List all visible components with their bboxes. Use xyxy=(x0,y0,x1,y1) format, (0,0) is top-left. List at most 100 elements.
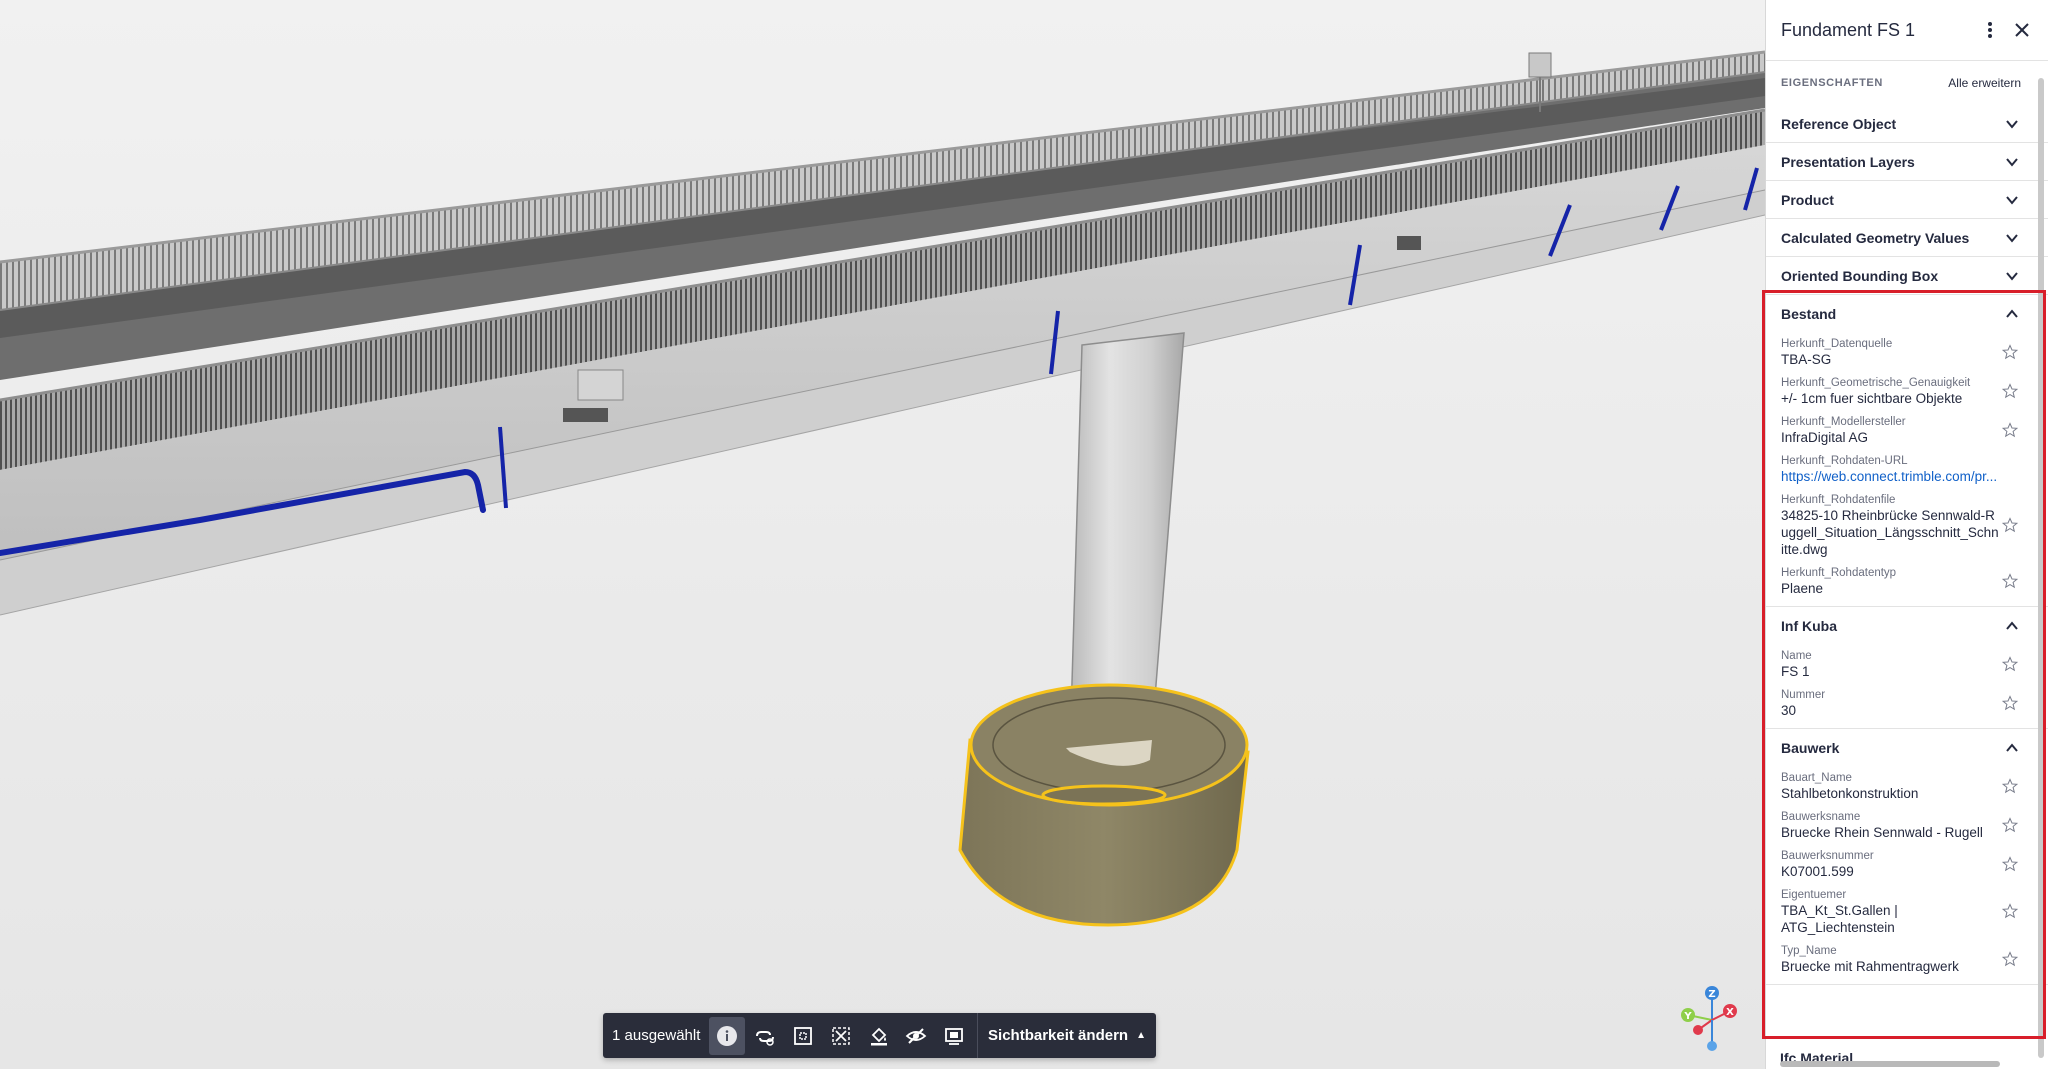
properties-panel: Fundament FS 1 EIGENSCHAFTEN Alle erweit… xyxy=(1765,0,2048,1069)
property-key: Herkunft_Rohdatenfile xyxy=(1781,494,1896,506)
property-row: Herkunft_Rohdatenfile 34825-10 Rheinbrüc… xyxy=(1766,488,2048,561)
section-bestand: Bestand Herkunft_Datenquelle TBA-SG Herk… xyxy=(1766,295,2048,607)
property-key: Herkunft_Modellersteller xyxy=(1781,416,1906,428)
property-row: Herkunft_Modellersteller InfraDigital AG xyxy=(1766,410,2048,449)
property-row: Herkunft_Datenquelle TBA-SG xyxy=(1766,332,2048,371)
section-title: Oriented Bounding Box xyxy=(1781,267,1939,284)
star-icon[interactable] xyxy=(2002,421,2018,438)
isolate-icon xyxy=(832,1026,850,1045)
more-options-icon[interactable] xyxy=(1978,18,2002,42)
properties-heading: EIGENSCHAFTEN xyxy=(1781,77,1883,89)
section-oriented-bounding-box[interactable]: Oriented Bounding Box xyxy=(1766,257,2048,295)
property-value: Bruecke mit Rahmentragwerk xyxy=(1781,959,1959,974)
property-value: 30 xyxy=(1781,703,1797,718)
link-object-button[interactable] xyxy=(747,1017,783,1055)
properties-toolbar: EIGENSCHAFTEN Alle erweitern xyxy=(1766,61,2048,105)
property-value: TBA_Kt_St.Gallen | ATG_Liechtenstein xyxy=(1781,903,1898,935)
property-row: Bauwerksname Bruecke Rhein Sennwald - Ru… xyxy=(1766,805,2048,844)
star-icon[interactable] xyxy=(2002,694,2018,711)
section-product[interactable]: Product xyxy=(1766,181,2048,219)
paint-bucket-icon xyxy=(870,1027,887,1045)
hide-button[interactable] xyxy=(898,1017,934,1055)
section-inf-kuba-header[interactable]: Inf Kuba xyxy=(1766,607,2048,644)
section-calculated-geometry-values[interactable]: Calculated Geometry Values xyxy=(1766,219,2048,257)
star-icon[interactable] xyxy=(2002,903,2018,919)
section-title: Calculated Geometry Values xyxy=(1781,229,1970,246)
chevron-down-icon xyxy=(2006,271,2018,281)
section-title: Bauwerk xyxy=(1781,739,1840,756)
star-icon[interactable] xyxy=(2002,382,2018,399)
section-box-icon xyxy=(945,1027,964,1045)
section-title: Inf Kuba xyxy=(1781,617,1837,634)
section-box-button[interactable] xyxy=(936,1017,972,1055)
axis-navigation-gizmo[interactable]: Z Y X xyxy=(1670,980,1750,1060)
change-visibility-label: Sichtbarkeit ändern xyxy=(988,1027,1129,1044)
property-value: Stahlbetonkonstruktion xyxy=(1781,786,1919,801)
axis-x-label: X xyxy=(1726,1007,1734,1018)
chevron-down-icon xyxy=(2006,233,2018,243)
properties-button[interactable] xyxy=(709,1016,746,1055)
property-row: Name FS 1 xyxy=(1766,644,2048,683)
axis-z-label: Z xyxy=(1708,989,1715,1000)
property-key: Bauwerksnummer xyxy=(1781,850,1874,862)
star-icon[interactable] xyxy=(2002,655,2018,672)
property-value: Bruecke Rhein Sennwald - Rugell xyxy=(1781,825,1983,840)
property-key: Herkunft_Rohdaten-URL xyxy=(1781,455,1908,467)
paint-button[interactable] xyxy=(861,1017,897,1055)
property-value: FS 1 xyxy=(1781,664,1810,679)
property-value: 34825-10 Rheinbrücke Sennwald-Ruggell_Si… xyxy=(1781,508,1999,557)
close-icon[interactable] xyxy=(2010,18,2034,42)
star-icon[interactable] xyxy=(2002,777,2018,794)
property-key: Bauwerksname xyxy=(1781,811,1861,823)
property-row: Herkunft_Rohdatentyp Plaene xyxy=(1766,561,2048,600)
raw-data-url-link[interactable]: https://web.connect.trimble.com/pr... xyxy=(1781,468,2021,485)
property-value: Plaene xyxy=(1781,581,1824,596)
section-title: Reference Object xyxy=(1781,115,1897,132)
section-presentation-layers[interactable]: Presentation Layers xyxy=(1766,143,2048,181)
section-reference-object[interactable]: Reference Object xyxy=(1766,105,2048,143)
info-icon xyxy=(717,1025,738,1046)
property-key: Eigentuemer xyxy=(1781,889,1847,901)
property-row: Typ_Name Bruecke mit Rahmentragwerk xyxy=(1766,939,2048,978)
selection-toolbar: 1 ausgewählt Sichtbarkeit ändern ▲ xyxy=(603,1013,1156,1058)
section-bauwerk: Bauwerk Bauart_Name Stahlbetonkonstrukti… xyxy=(1766,729,2048,985)
section-title: Product xyxy=(1781,191,1834,208)
chevron-up-icon xyxy=(2006,620,2018,630)
collapsed-sections-list: Reference Object Presentation Layers Pro… xyxy=(1766,105,2048,295)
star-icon[interactable] xyxy=(2002,950,2018,967)
star-icon[interactable] xyxy=(2002,816,2018,833)
property-row: Eigentuemer TBA_Kt_St.Gallen | ATG_Liech… xyxy=(1766,883,2048,939)
property-key: Herkunft_Datenquelle xyxy=(1781,338,1893,350)
property-key: Name xyxy=(1781,650,1812,662)
star-icon[interactable] xyxy=(2002,516,2018,533)
property-value: InfraDigital AG xyxy=(1781,430,1869,445)
chevron-down-icon xyxy=(2006,157,2018,167)
isolate-button[interactable] xyxy=(823,1017,859,1055)
section-title: Bestand xyxy=(1781,305,1837,322)
fit-selection-button[interactable] xyxy=(785,1017,821,1055)
property-key: Nummer xyxy=(1781,689,1826,701)
property-value: +/- 1cm fuer sichtbare Objekte xyxy=(1781,391,1963,406)
expand-all-link[interactable]: Alle erweitern xyxy=(1948,76,2021,90)
change-visibility-button[interactable]: Sichtbarkeit ändern ▲ xyxy=(978,1027,1156,1044)
panel-vertical-scrollbar[interactable] xyxy=(2036,60,2046,1060)
3d-viewport[interactable]: 1 ausgewählt Sichtbarkeit ändern ▲ Z Y X xyxy=(0,0,1765,1069)
selection-count-label: 1 ausgewählt xyxy=(612,1027,701,1044)
property-row: Herkunft_Rohdaten-URL https://web.connec… xyxy=(1766,449,2048,488)
property-key: Bauart_Name xyxy=(1781,772,1852,784)
chevron-up-icon xyxy=(2006,308,2018,318)
property-key: Typ_Name xyxy=(1781,945,1837,957)
section-inf-kuba: Inf Kuba Name FS 1 Nummer 30 xyxy=(1766,607,2048,729)
fit-selection-icon xyxy=(794,1026,812,1045)
property-value: TBA-SG xyxy=(1781,352,1832,367)
star-icon[interactable] xyxy=(2002,855,2018,872)
bridge-model-scene[interactable] xyxy=(0,0,1765,1069)
chevron-down-icon xyxy=(2006,195,2018,205)
panel-horizontal-scrollbar[interactable] xyxy=(1780,1061,2000,1067)
star-icon[interactable] xyxy=(2002,343,2018,360)
section-bauwerk-header[interactable]: Bauwerk xyxy=(1766,729,2048,766)
star-icon[interactable] xyxy=(2002,572,2018,589)
link-object-icon xyxy=(756,1030,775,1046)
section-title: Presentation Layers xyxy=(1781,153,1915,170)
section-bestand-header[interactable]: Bestand xyxy=(1766,295,2048,332)
